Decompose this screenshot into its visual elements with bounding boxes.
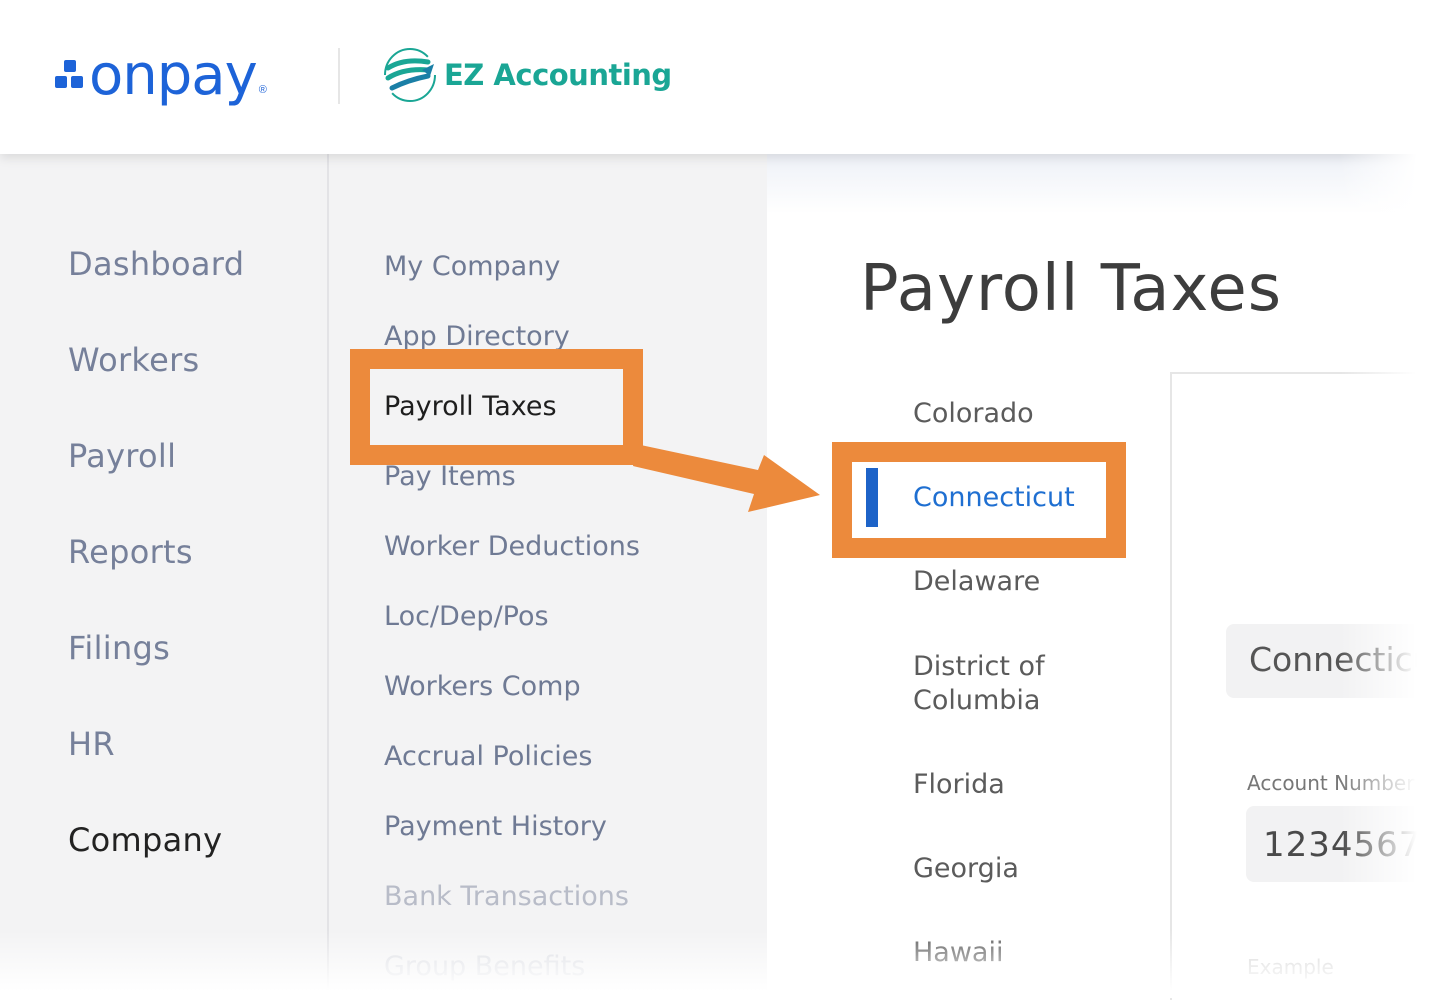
app-header: onpay ® EZ Accounting — [0, 0, 1430, 154]
onpay-dots-icon — [55, 60, 85, 90]
ez-accounting-icon — [384, 48, 436, 102]
partner-logo: EZ Accounting — [382, 46, 672, 104]
partner-name: EZ Accounting — [444, 58, 672, 92]
registered-mark: ® — [258, 84, 267, 96]
brand-name: onpay — [89, 43, 258, 108]
connecticut-highlight — [832, 442, 1126, 558]
onpay-logo[interactable]: onpay ® — [55, 44, 267, 104]
header-divider — [338, 48, 340, 104]
